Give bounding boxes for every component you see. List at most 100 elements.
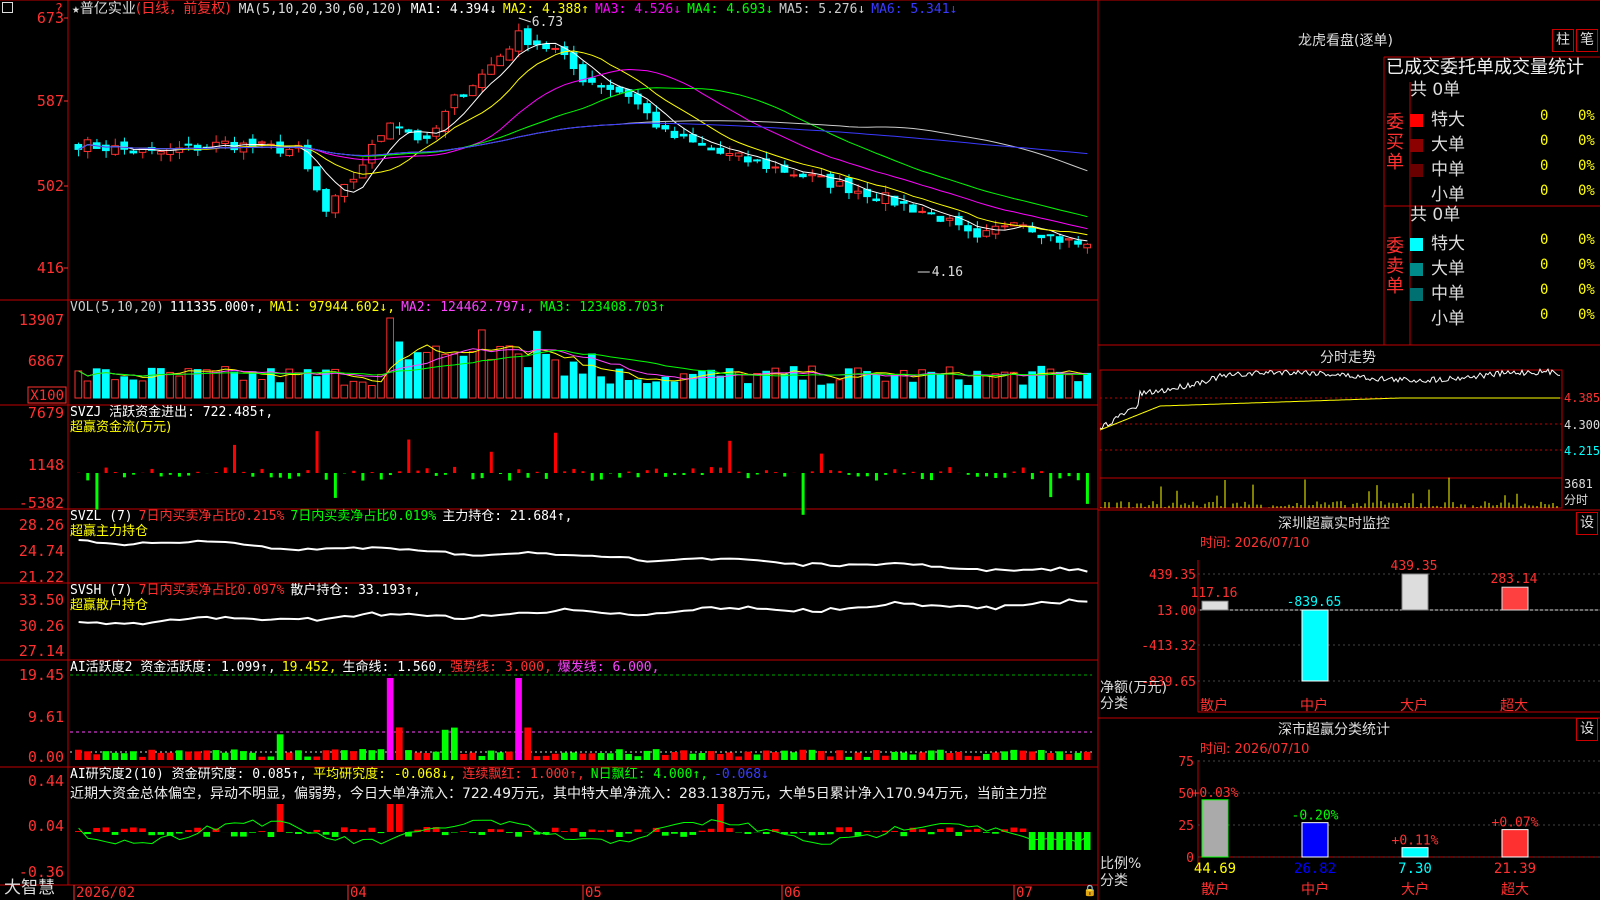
sz-monitor-settings-button[interactable]: 设 <box>1576 512 1598 535</box>
research-bar <box>285 832 293 833</box>
activity-bar <box>267 756 275 760</box>
activity-bar <box>515 678 522 760</box>
ma-line <box>78 122 1088 157</box>
sz-classify-settings-button[interactable]: 设 <box>1576 718 1598 741</box>
activity-bar <box>707 751 715 760</box>
ai-summary-text: 近期大资金总体偏空，异动不明显，偏弱势，今日大单净流入：722.49万元，其中特… <box>70 786 1047 802</box>
svzl-h1-item: 7日内买卖净占比0.215% <box>138 509 285 524</box>
volume-bar <box>954 379 963 399</box>
order-row-pct: 0% <box>1578 108 1595 124</box>
order-row-label: 特大 <box>1431 110 1465 130</box>
activity-bar <box>1056 751 1063 760</box>
menu-icon[interactable] <box>2 2 13 13</box>
research-bar <box>395 804 403 832</box>
research-bar <box>75 831 82 832</box>
research-bar <box>716 804 724 832</box>
sz-classify-time: 时间: 2026/07/10 <box>1200 742 1310 757</box>
candle-body <box>395 126 404 129</box>
monitor-bar <box>1501 586 1529 611</box>
research-bar <box>1065 832 1073 850</box>
classify-change: +0.11% <box>1392 834 1439 849</box>
candle-body <box>166 148 174 155</box>
classify-ytick: 25 <box>1178 819 1194 834</box>
high-marker <box>518 17 531 23</box>
candle-body <box>542 43 550 50</box>
svsh-tick: 33.50 <box>19 591 64 609</box>
activity-bar <box>579 753 587 760</box>
order-stats-header: 已成交委托单成交量统计 <box>1386 57 1584 78</box>
volume-bar <box>166 371 174 399</box>
activity-bar <box>927 750 935 760</box>
vol-header-item: MA3: 123408.703↑ <box>540 300 666 315</box>
research-bar <box>992 832 999 834</box>
activity-bar <box>249 752 256 760</box>
candle-body <box>523 28 532 46</box>
research-bar <box>331 832 339 837</box>
volume-bar <box>844 368 853 399</box>
candle-body <box>982 230 991 237</box>
svzl-h1-item: 7日内买卖净占比0.019% <box>290 509 437 524</box>
research-bar <box>478 832 486 835</box>
research-bar <box>707 828 715 832</box>
candle-body <box>633 93 642 105</box>
volume-bar <box>890 374 899 399</box>
activity-bar <box>634 756 642 760</box>
candle-body <box>652 111 660 128</box>
volume-bar <box>257 379 266 399</box>
research-bar <box>845 827 853 832</box>
buy-total: 共 0单 <box>1410 80 1461 100</box>
help-icon[interactable]: ? <box>55 2 63 18</box>
research-bar <box>579 832 587 837</box>
activity-bar <box>295 750 302 760</box>
classify-ytick: 75 <box>1178 755 1194 770</box>
activity-bar <box>918 752 926 760</box>
monitor-category: 中户 <box>1300 697 1328 714</box>
activity-bar <box>561 752 568 760</box>
star-icon[interactable]: ★ <box>72 2 80 17</box>
tick-mode-button[interactable]: 笔 <box>1576 29 1598 52</box>
research-bar <box>744 832 752 834</box>
candle-body <box>404 129 413 133</box>
research-bar <box>451 832 458 833</box>
vol-header-item: 111335.000↑, <box>169 300 264 315</box>
legend-swatch <box>1410 189 1423 202</box>
aires-h1-item: N日飘红: 4.000↑, <box>590 767 709 782</box>
intraday-tick-high: 4.385 <box>1564 391 1600 405</box>
activity-bar <box>111 752 119 760</box>
activity-bar <box>955 751 963 760</box>
activity-bar <box>827 756 834 760</box>
classify-category: 大户 <box>1401 881 1429 898</box>
bar-mode-button[interactable]: 柱 <box>1552 29 1574 52</box>
classify-bar <box>1501 829 1529 858</box>
settings-corner[interactable] <box>2 2 13 18</box>
volume-bar <box>239 379 248 399</box>
classify-value: 26.82 <box>1294 861 1336 877</box>
volume-bar <box>367 385 376 399</box>
order-row: 中单 0 0% <box>1410 279 1600 304</box>
order-row-count: 0 <box>1540 232 1549 248</box>
candle-body <box>826 173 835 188</box>
vol-ma-line <box>78 349 1088 377</box>
ai-active-tick: 19.45 <box>19 666 64 684</box>
candle-body <box>496 55 505 67</box>
volume-bar <box>386 317 394 399</box>
kline-chart[interactable]: 6.734.16 673587502416139076867X100767911… <box>0 0 1600 900</box>
activity-bar <box>964 755 972 760</box>
activity-bar <box>551 753 559 760</box>
activity-bar <box>606 753 614 760</box>
activity-bar <box>75 749 82 760</box>
order-row-count: 0 <box>1540 158 1549 174</box>
aires-h1-item: 连续飘红: 1.000↑, <box>462 767 585 782</box>
activity-bar <box>1083 751 1091 760</box>
research-bar <box>350 829 357 832</box>
research-bar <box>827 832 834 835</box>
research-bar <box>799 832 807 833</box>
volume-bar <box>358 381 367 399</box>
activity-bar <box>93 754 101 760</box>
order-row-pct: 0% <box>1578 158 1595 174</box>
candle-body <box>1037 234 1046 239</box>
volume-bar <box>588 353 596 399</box>
lock-icon[interactable]: 🔒 <box>1083 883 1097 899</box>
research-bar <box>918 829 926 832</box>
period-label[interactable]: (日线，前复权) <box>136 1 231 17</box>
